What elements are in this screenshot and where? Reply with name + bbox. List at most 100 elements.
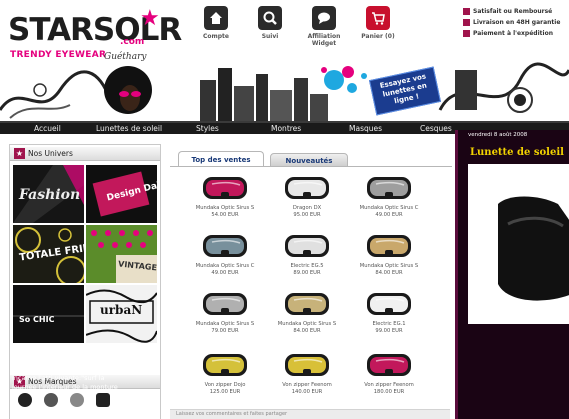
menu-item-masques[interactable]: Masques xyxy=(349,124,382,133)
product-name[interactable]: Mundaka Optic Sirus C xyxy=(184,263,266,269)
product-name[interactable]: Dragon DX xyxy=(266,205,348,211)
brand-logo-icon[interactable] xyxy=(96,393,110,407)
product-card[interactable]: Mundaka Optic Sirus S 54.00 EUR xyxy=(184,172,266,237)
product-price: 54.00 EUR xyxy=(211,212,239,218)
goggle-image[interactable] xyxy=(202,349,248,379)
speech-bubble-icon xyxy=(312,6,336,30)
site-logo[interactable]: STARSOLR ★ .com TRENDY EYEWEAR Guéthary xyxy=(8,6,182,66)
goggle-image[interactable] xyxy=(366,230,412,260)
account-label: Compte xyxy=(202,33,229,40)
goggle-image[interactable] xyxy=(284,172,330,202)
product-card[interactable]: Mundaka Optic Sirus C 49.00 EUR xyxy=(348,172,430,237)
univers-heading: ★ Nos Univers xyxy=(10,147,160,161)
product-name[interactable]: Von zipper Dojo xyxy=(184,382,266,388)
product-name[interactable]: Von zipper Feenom xyxy=(348,382,430,388)
menu-item-accueil[interactable]: Accueil xyxy=(34,124,61,133)
menu-item-styles[interactable]: Styles xyxy=(196,124,219,133)
product-card[interactable]: Electric EG.1 99.00 EUR xyxy=(348,288,430,353)
product-card[interactable]: Von zipper Dojo 125.00 EUR xyxy=(184,349,266,414)
product-card[interactable]: Dragon DX 95.00 EUR xyxy=(266,172,348,237)
tab-divider xyxy=(170,166,452,167)
goggle-image[interactable] xyxy=(284,288,330,318)
goggle-image[interactable] xyxy=(202,288,248,318)
univers-vintage[interactable]: VINTAGE STYLE xyxy=(86,225,157,283)
news-title[interactable]: Lunette de soleil xyxy=(470,147,564,158)
product-card[interactable]: Mundaka Optic Sirus S 84.00 EUR xyxy=(266,288,348,353)
univers-totale-frime[interactable]: TOTALE FRIME xyxy=(13,225,84,283)
reassurance-item[interactable]: Satisfait ou Remboursé xyxy=(463,6,569,17)
product-name[interactable]: Electric EG.5 xyxy=(266,263,348,269)
tracking-link[interactable]: Suivi xyxy=(246,6,294,40)
affiliation-label: Affiliation Widget xyxy=(307,33,341,47)
product-card[interactable]: Electric EG.5 89.00 EUR xyxy=(266,230,348,295)
tab-nouveautes[interactable]: Nouveautés xyxy=(270,153,348,167)
news-date: vendredi 8 août 2008 xyxy=(468,132,528,138)
product-price: 125.00 EUR xyxy=(209,389,241,395)
product-name[interactable]: Mundaka Optic Sirus C xyxy=(348,205,430,211)
univers-so-chic[interactable]: So CHIC xyxy=(13,285,84,343)
product-name[interactable]: Mundaka Optic Sirus S xyxy=(184,205,266,211)
menu-item-lunettes[interactable]: Lunettes de soleil xyxy=(96,124,162,133)
goggle-image[interactable] xyxy=(284,349,330,379)
product-name[interactable]: Mundaka Optic Sirus S xyxy=(184,321,266,327)
bullet-square-icon xyxy=(463,8,470,15)
affiliation-link[interactable]: Affiliation Widget xyxy=(300,6,348,47)
product-card[interactable]: Mundaka Optic Sirus S 79.00 EUR xyxy=(184,288,266,353)
star-icon: ★ xyxy=(140,6,160,31)
goggle-image[interactable] xyxy=(202,230,248,260)
brand-logo-icon[interactable] xyxy=(70,393,84,407)
header-banner xyxy=(0,60,569,122)
product-price: 95.00 EUR xyxy=(293,212,321,218)
goggle-image[interactable] xyxy=(366,172,412,202)
brand-logos xyxy=(18,393,158,409)
goggle-image[interactable] xyxy=(366,349,412,379)
news-panel: vendredi 8 août 2008 Lunette de soleil xyxy=(455,130,569,419)
product-card[interactable]: Mundaka Optic Sirus C 49.00 EUR xyxy=(184,230,266,295)
reassurance-list: Satisfait ou Remboursé Livraison en 48H … xyxy=(463,6,569,39)
product-price: 140.00 EUR xyxy=(291,389,323,395)
cart-link[interactable]: Panier (0) xyxy=(354,6,402,40)
page: STARSOLR ★ .com TRENDY EYEWEAR Guéthary … xyxy=(0,0,569,419)
menu-item-casques[interactable]: Cesques xyxy=(420,124,452,133)
shopping-cart-icon xyxy=(366,6,390,30)
univers-urban[interactable]: urbaN xyxy=(86,285,157,343)
bullet-square-icon xyxy=(463,19,470,26)
product-card[interactable]: Mundaka Optic Sirus S 84.00 EUR xyxy=(348,230,430,295)
product-price: 84.00 EUR xyxy=(375,270,403,276)
home-icon xyxy=(204,6,228,30)
menu-item-montres[interactable]: Montres xyxy=(271,124,301,133)
product-price: 89.00 EUR xyxy=(293,270,321,276)
news-text: La "HOY",ce nouveau Hoy, surfeur Austral… xyxy=(12,356,119,391)
product-name[interactable]: Electric EG.1 xyxy=(348,321,430,327)
univers-design[interactable]: Design Dalton xyxy=(86,165,157,223)
reassurance-item[interactable]: Paiement à l'expédition xyxy=(463,28,569,39)
news-image[interactable] xyxy=(468,164,569,324)
product-price: 49.00 EUR xyxy=(211,270,239,276)
brand-logo-icon[interactable] xyxy=(44,393,58,407)
reassurance-item[interactable]: Livraison en 48H garantie xyxy=(463,17,569,28)
product-price: 84.00 EUR xyxy=(293,328,321,334)
magnifier-icon xyxy=(258,6,282,30)
product-price: 180.00 EUR xyxy=(373,389,405,395)
product-price: 99.00 EUR xyxy=(375,328,403,334)
comments-bar[interactable]: Laissez vos commentaires et faites parta… xyxy=(170,409,450,419)
goggle-image[interactable] xyxy=(366,288,412,318)
logo-domain: .com xyxy=(120,37,145,47)
brand-logo-icon[interactable] xyxy=(18,393,32,407)
star-icon: ★ xyxy=(14,148,25,159)
product-card[interactable]: Von zipper Feenom 180.00 EUR xyxy=(348,349,430,414)
tab-top-ventes[interactable]: Top des ventes xyxy=(178,151,264,167)
product-name[interactable]: Von zipper Feenom xyxy=(266,382,348,388)
univers-fashion[interactable]: Fashion xyxy=(13,165,84,223)
goggle-image[interactable] xyxy=(284,230,330,260)
product-name[interactable]: Mundaka Optic Sirus S xyxy=(266,321,348,327)
product-price: 79.00 EUR xyxy=(211,328,239,334)
account-link[interactable]: Compte xyxy=(192,6,240,40)
product-name[interactable]: Mundaka Optic Sirus S xyxy=(348,263,430,269)
goggle-image[interactable] xyxy=(202,172,248,202)
product-price: 49.00 EUR xyxy=(375,212,403,218)
product-card[interactable]: Von zipper Feenom 140.00 EUR xyxy=(266,349,348,414)
cart-label: Panier (0) xyxy=(361,33,395,40)
logo-tagline: TRENDY EYEWEAR xyxy=(10,50,107,60)
bullet-square-icon xyxy=(463,30,470,37)
